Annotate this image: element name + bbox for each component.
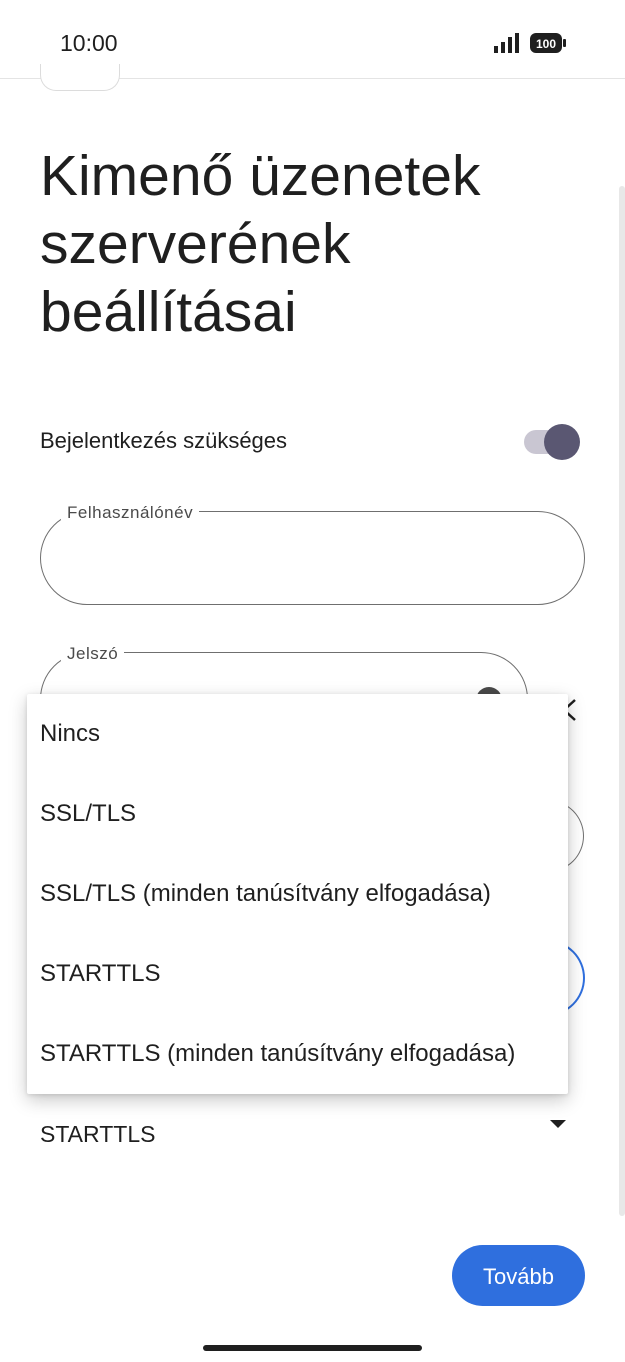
- status-time: 10:00: [60, 30, 118, 56]
- page-title: Kimenő üzenetek szerverének beállításai: [40, 144, 481, 344]
- back-chip[interactable]: [40, 64, 120, 91]
- menu-item-starttls[interactable]: STARTTLS: [27, 934, 568, 1014]
- login-required-switch[interactable]: [524, 424, 580, 460]
- scrollbar[interactable]: [619, 186, 625, 1216]
- battery-level: 100: [536, 37, 556, 51]
- security-dropdown-menu: Nincs SSL/TLS SSL/TLS (minden tanúsítván…: [27, 694, 568, 1094]
- dropdown-arrow-icon[interactable]: [550, 1120, 566, 1128]
- menu-item-ssl-tls-all-certs[interactable]: SSL/TLS (minden tanúsítvány elfogadása): [27, 854, 568, 934]
- menu-item-ssl-tls[interactable]: SSL/TLS: [27, 774, 568, 854]
- battery-icon: 100: [530, 33, 566, 53]
- security-selected-value[interactable]: STARTTLS: [40, 1121, 155, 1148]
- password-label: Jelszó: [61, 644, 125, 664]
- home-indicator[interactable]: [203, 1345, 422, 1351]
- login-required-label: Bejelentkezés szükséges: [40, 428, 288, 453]
- signal-icon: [494, 33, 519, 53]
- menu-item-nincs[interactable]: Nincs: [27, 694, 568, 774]
- menu-item-starttls-all-certs[interactable]: STARTTLS (minden tanúsítvány elfogadása): [27, 1014, 568, 1094]
- switch-knob: [544, 424, 580, 460]
- next-button[interactable]: Tovább: [452, 1245, 585, 1306]
- username-label: Felhasználónév: [61, 503, 200, 523]
- username-field[interactable]: [40, 511, 585, 605]
